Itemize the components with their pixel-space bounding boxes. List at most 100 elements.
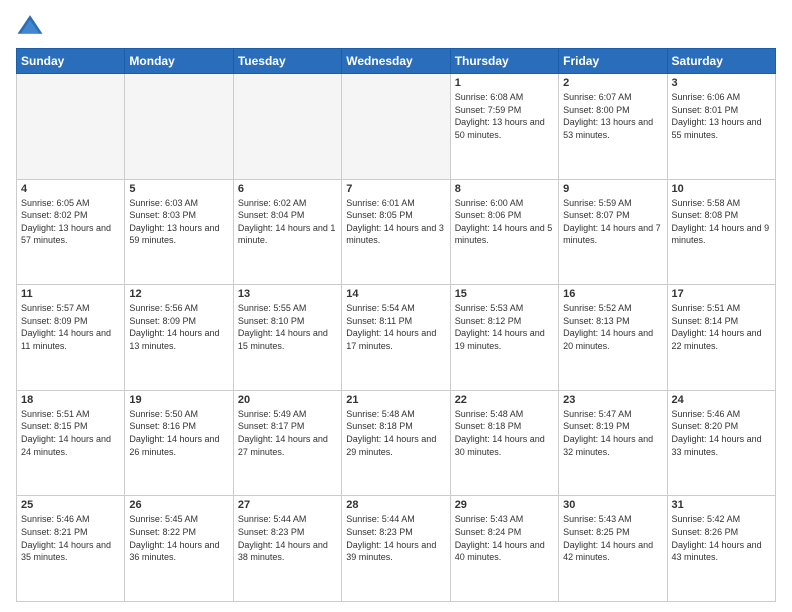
day-info: Sunrise: 5:43 AM Sunset: 8:25 PM Dayligh… [563, 513, 662, 563]
day-info: Sunrise: 5:48 AM Sunset: 8:18 PM Dayligh… [346, 408, 445, 458]
calendar-cell: 3 Sunrise: 6:06 AM Sunset: 8:01 PM Dayli… [667, 74, 775, 180]
day-number: 12 [129, 288, 228, 300]
calendar-cell: 17 Sunrise: 5:51 AM Sunset: 8:14 PM Dayl… [667, 285, 775, 391]
logo [16, 12, 48, 40]
calendar-cell: 29 Sunrise: 5:43 AM Sunset: 8:24 PM Dayl… [450, 496, 558, 602]
calendar-cell [125, 74, 233, 180]
day-info: Sunrise: 6:01 AM Sunset: 8:05 PM Dayligh… [346, 197, 445, 247]
calendar-cell [342, 74, 450, 180]
weekday-header: Thursday [450, 49, 558, 74]
calendar-cell [233, 74, 341, 180]
calendar-cell: 11 Sunrise: 5:57 AM Sunset: 8:09 PM Dayl… [17, 285, 125, 391]
day-number: 25 [21, 499, 120, 511]
day-number: 13 [238, 288, 337, 300]
day-number: 27 [238, 499, 337, 511]
day-number: 1 [455, 77, 554, 89]
day-info: Sunrise: 5:47 AM Sunset: 8:19 PM Dayligh… [563, 408, 662, 458]
calendar-cell: 9 Sunrise: 5:59 AM Sunset: 8:07 PM Dayli… [559, 179, 667, 285]
day-number: 17 [672, 288, 771, 300]
day-number: 28 [346, 499, 445, 511]
calendar-cell: 5 Sunrise: 6:03 AM Sunset: 8:03 PM Dayli… [125, 179, 233, 285]
calendar-cell: 8 Sunrise: 6:00 AM Sunset: 8:06 PM Dayli… [450, 179, 558, 285]
calendar-cell: 16 Sunrise: 5:52 AM Sunset: 8:13 PM Dayl… [559, 285, 667, 391]
header [16, 12, 776, 40]
calendar-cell: 6 Sunrise: 6:02 AM Sunset: 8:04 PM Dayli… [233, 179, 341, 285]
day-info: Sunrise: 6:02 AM Sunset: 8:04 PM Dayligh… [238, 197, 337, 247]
calendar-cell: 21 Sunrise: 5:48 AM Sunset: 8:18 PM Dayl… [342, 390, 450, 496]
day-info: Sunrise: 6:05 AM Sunset: 8:02 PM Dayligh… [21, 197, 120, 247]
day-info: Sunrise: 5:44 AM Sunset: 8:23 PM Dayligh… [238, 513, 337, 563]
calendar-cell: 22 Sunrise: 5:48 AM Sunset: 8:18 PM Dayl… [450, 390, 558, 496]
day-info: Sunrise: 5:44 AM Sunset: 8:23 PM Dayligh… [346, 513, 445, 563]
calendar-cell: 15 Sunrise: 5:53 AM Sunset: 8:12 PM Dayl… [450, 285, 558, 391]
weekday-header: Sunday [17, 49, 125, 74]
calendar-week-row: 11 Sunrise: 5:57 AM Sunset: 8:09 PM Dayl… [17, 285, 776, 391]
day-info: Sunrise: 5:51 AM Sunset: 8:14 PM Dayligh… [672, 302, 771, 352]
day-info: Sunrise: 5:42 AM Sunset: 8:26 PM Dayligh… [672, 513, 771, 563]
day-info: Sunrise: 5:57 AM Sunset: 8:09 PM Dayligh… [21, 302, 120, 352]
day-info: Sunrise: 5:58 AM Sunset: 8:08 PM Dayligh… [672, 197, 771, 247]
calendar-cell: 24 Sunrise: 5:46 AM Sunset: 8:20 PM Dayl… [667, 390, 775, 496]
day-number: 5 [129, 183, 228, 195]
calendar-cell: 30 Sunrise: 5:43 AM Sunset: 8:25 PM Dayl… [559, 496, 667, 602]
day-info: Sunrise: 5:43 AM Sunset: 8:24 PM Dayligh… [455, 513, 554, 563]
day-info: Sunrise: 5:48 AM Sunset: 8:18 PM Dayligh… [455, 408, 554, 458]
day-number: 7 [346, 183, 445, 195]
calendar-cell: 13 Sunrise: 5:55 AM Sunset: 8:10 PM Dayl… [233, 285, 341, 391]
day-number: 20 [238, 394, 337, 406]
calendar-cell: 28 Sunrise: 5:44 AM Sunset: 8:23 PM Dayl… [342, 496, 450, 602]
day-info: Sunrise: 5:59 AM Sunset: 8:07 PM Dayligh… [563, 197, 662, 247]
day-info: Sunrise: 5:50 AM Sunset: 8:16 PM Dayligh… [129, 408, 228, 458]
calendar-cell: 18 Sunrise: 5:51 AM Sunset: 8:15 PM Dayl… [17, 390, 125, 496]
day-info: Sunrise: 6:06 AM Sunset: 8:01 PM Dayligh… [672, 91, 771, 141]
day-number: 10 [672, 183, 771, 195]
calendar-cell: 7 Sunrise: 6:01 AM Sunset: 8:05 PM Dayli… [342, 179, 450, 285]
calendar-week-row: 25 Sunrise: 5:46 AM Sunset: 8:21 PM Dayl… [17, 496, 776, 602]
calendar-cell: 20 Sunrise: 5:49 AM Sunset: 8:17 PM Dayl… [233, 390, 341, 496]
weekday-header: Monday [125, 49, 233, 74]
day-number: 9 [563, 183, 662, 195]
day-number: 22 [455, 394, 554, 406]
day-number: 8 [455, 183, 554, 195]
day-number: 26 [129, 499, 228, 511]
calendar-cell: 1 Sunrise: 6:08 AM Sunset: 7:59 PM Dayli… [450, 74, 558, 180]
page: SundayMondayTuesdayWednesdayThursdayFrid… [0, 0, 792, 612]
calendar-cell: 23 Sunrise: 5:47 AM Sunset: 8:19 PM Dayl… [559, 390, 667, 496]
day-info: Sunrise: 6:08 AM Sunset: 7:59 PM Dayligh… [455, 91, 554, 141]
calendar-cell: 12 Sunrise: 5:56 AM Sunset: 8:09 PM Dayl… [125, 285, 233, 391]
day-info: Sunrise: 5:46 AM Sunset: 8:20 PM Dayligh… [672, 408, 771, 458]
day-number: 2 [563, 77, 662, 89]
day-number: 14 [346, 288, 445, 300]
calendar-cell: 2 Sunrise: 6:07 AM Sunset: 8:00 PM Dayli… [559, 74, 667, 180]
calendar-week-row: 4 Sunrise: 6:05 AM Sunset: 8:02 PM Dayli… [17, 179, 776, 285]
day-info: Sunrise: 5:45 AM Sunset: 8:22 PM Dayligh… [129, 513, 228, 563]
day-number: 16 [563, 288, 662, 300]
calendar-cell: 31 Sunrise: 5:42 AM Sunset: 8:26 PM Dayl… [667, 496, 775, 602]
day-number: 6 [238, 183, 337, 195]
day-info: Sunrise: 6:07 AM Sunset: 8:00 PM Dayligh… [563, 91, 662, 141]
day-info: Sunrise: 6:00 AM Sunset: 8:06 PM Dayligh… [455, 197, 554, 247]
calendar-cell: 14 Sunrise: 5:54 AM Sunset: 8:11 PM Dayl… [342, 285, 450, 391]
calendar-week-row: 1 Sunrise: 6:08 AM Sunset: 7:59 PM Dayli… [17, 74, 776, 180]
weekday-header: Tuesday [233, 49, 341, 74]
calendar-cell: 25 Sunrise: 5:46 AM Sunset: 8:21 PM Dayl… [17, 496, 125, 602]
calendar-cell: 19 Sunrise: 5:50 AM Sunset: 8:16 PM Dayl… [125, 390, 233, 496]
calendar-week-row: 18 Sunrise: 5:51 AM Sunset: 8:15 PM Dayl… [17, 390, 776, 496]
day-info: Sunrise: 5:46 AM Sunset: 8:21 PM Dayligh… [21, 513, 120, 563]
calendar-cell: 26 Sunrise: 5:45 AM Sunset: 8:22 PM Dayl… [125, 496, 233, 602]
weekday-header: Saturday [667, 49, 775, 74]
logo-icon [16, 12, 44, 40]
day-number: 23 [563, 394, 662, 406]
day-number: 11 [21, 288, 120, 300]
day-info: Sunrise: 5:55 AM Sunset: 8:10 PM Dayligh… [238, 302, 337, 352]
day-info: Sunrise: 5:54 AM Sunset: 8:11 PM Dayligh… [346, 302, 445, 352]
weekday-header: Friday [559, 49, 667, 74]
weekday-header: Wednesday [342, 49, 450, 74]
day-number: 24 [672, 394, 771, 406]
weekday-header-row: SundayMondayTuesdayWednesdayThursdayFrid… [17, 49, 776, 74]
day-info: Sunrise: 5:53 AM Sunset: 8:12 PM Dayligh… [455, 302, 554, 352]
calendar-cell [17, 74, 125, 180]
day-number: 29 [455, 499, 554, 511]
day-info: Sunrise: 5:49 AM Sunset: 8:17 PM Dayligh… [238, 408, 337, 458]
day-number: 18 [21, 394, 120, 406]
